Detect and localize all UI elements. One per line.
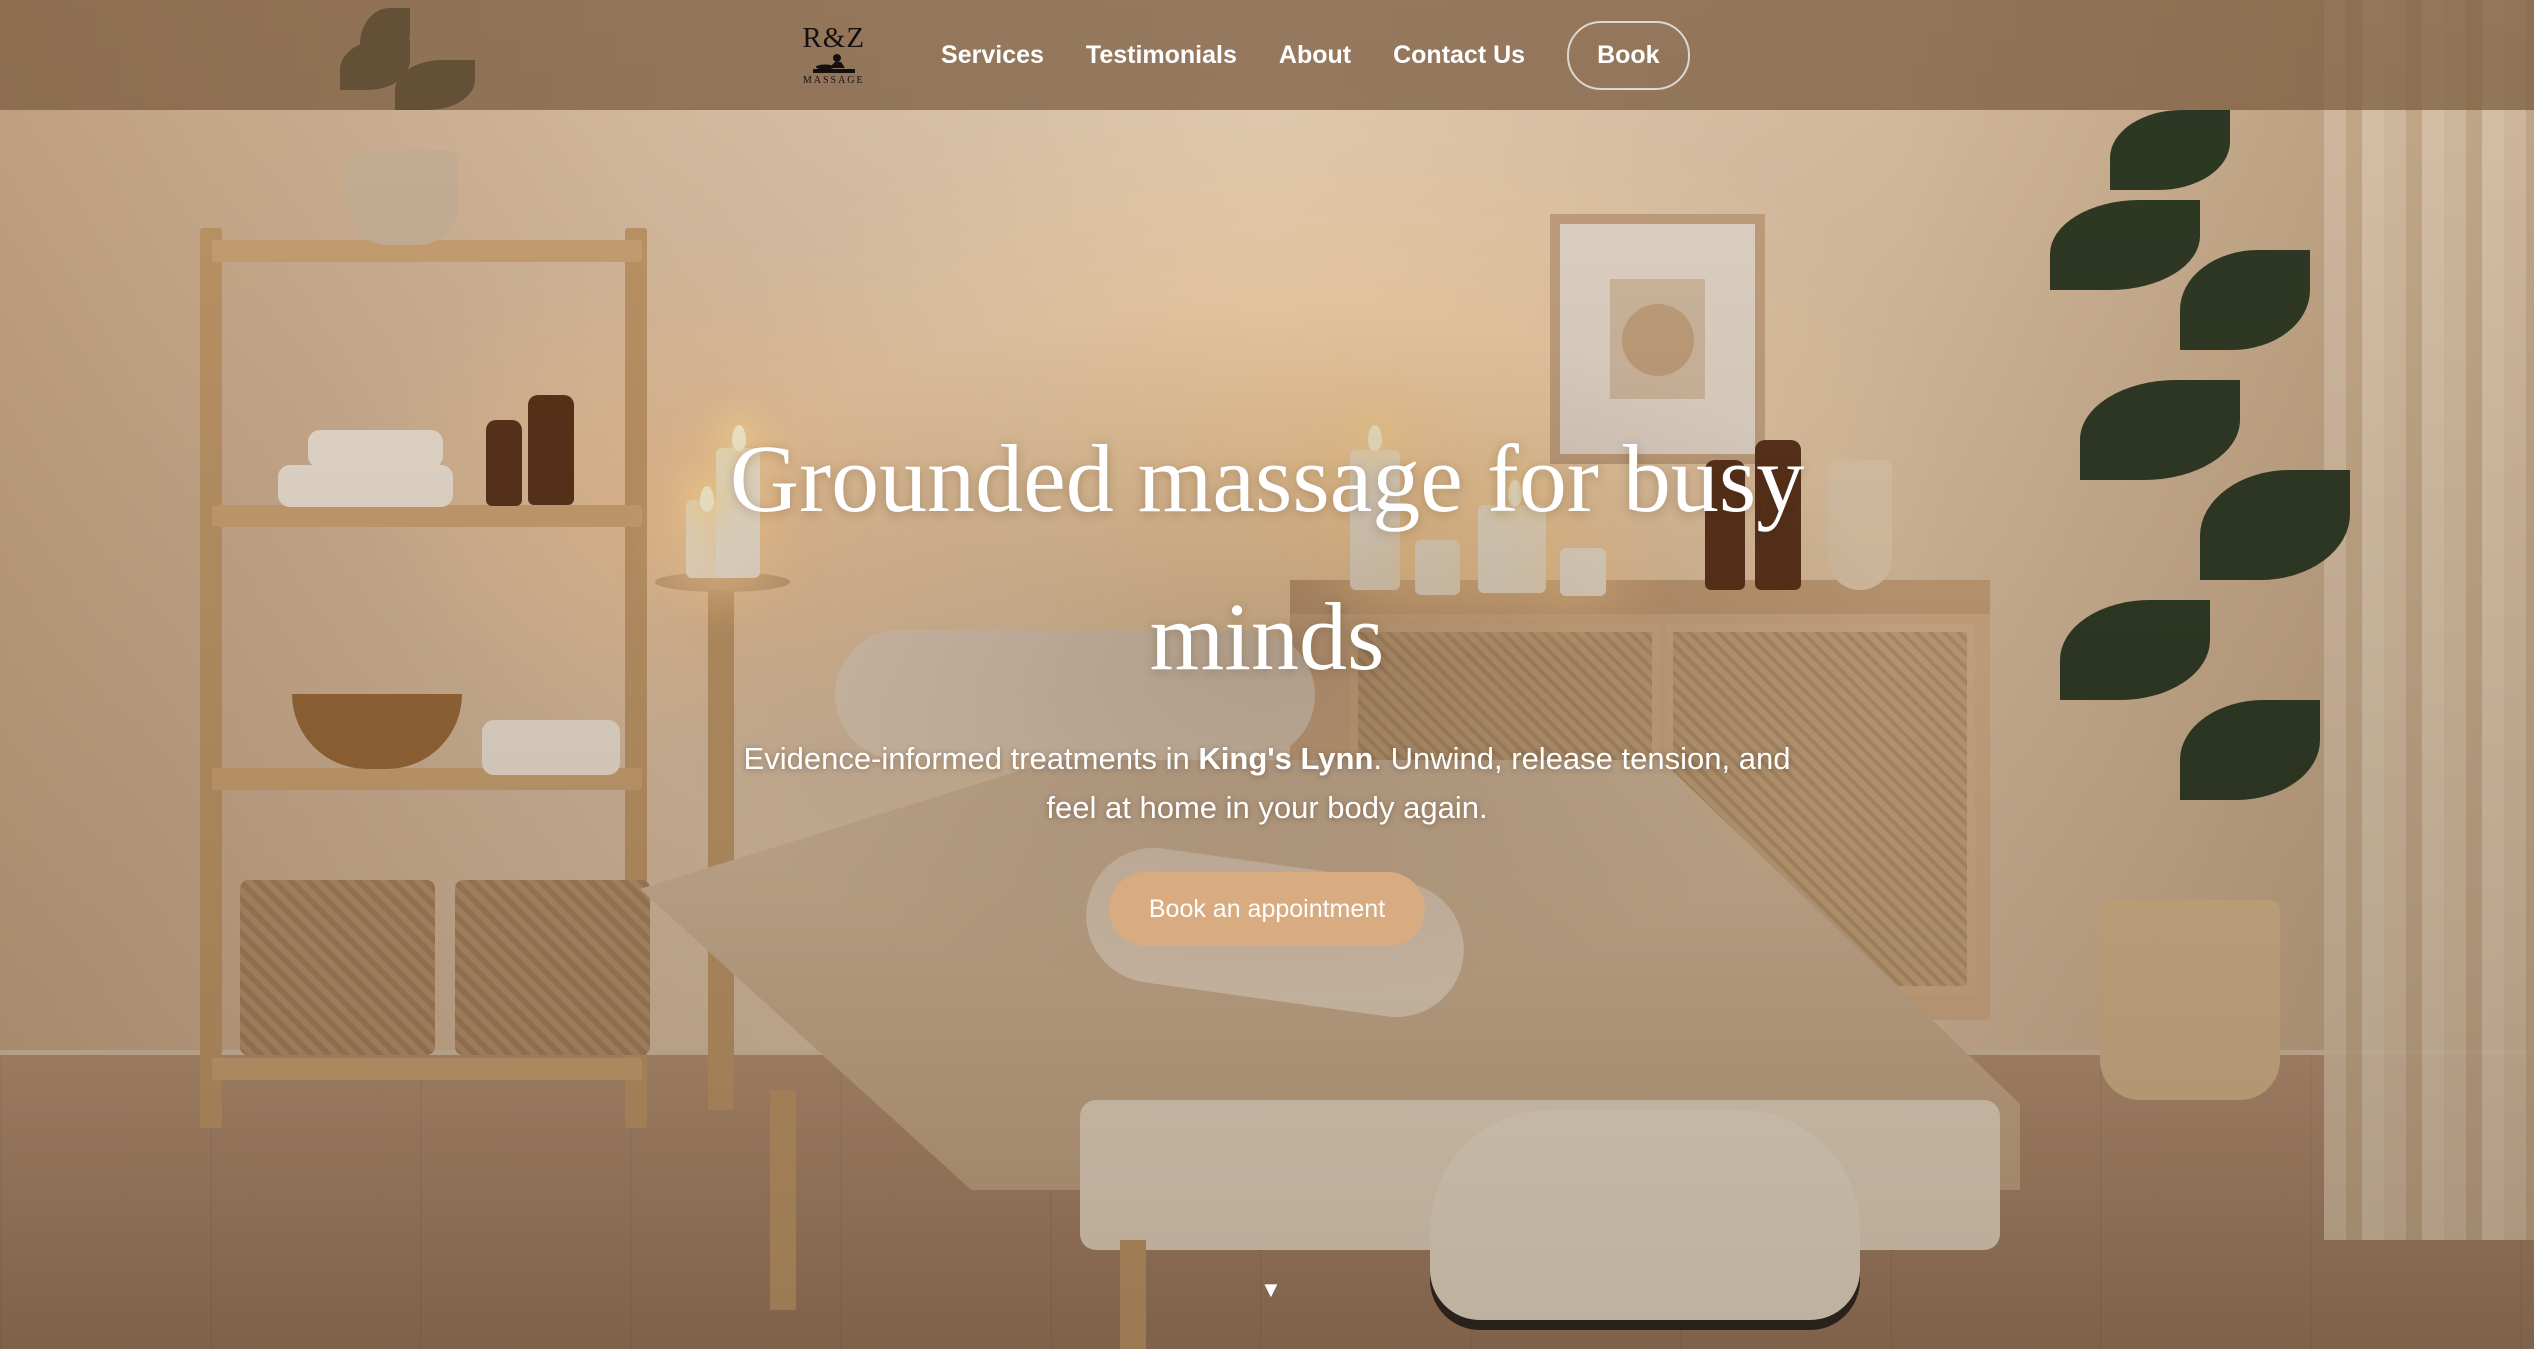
nav-services[interactable]: Services — [941, 41, 1044, 70]
hero-title: Grounded massage for busy minds — [729, 425, 1805, 690]
down-triangle-icon[interactable]: ▼ — [1260, 1277, 1282, 1303]
main-nav: Services Testimonials About Contact Us B… — [941, 20, 1732, 90]
hero-subtitle-text: Evidence-informed treatments in — [743, 741, 1199, 776]
brand-logo[interactable]: R&Z MASSAGE — [802, 23, 865, 87]
logo-text: R&Z — [802, 22, 866, 54]
hero-location: King's Lynn — [1198, 741, 1374, 776]
hero-subtitle: Evidence-informed treatments in King's L… — [717, 734, 1817, 832]
book-button[interactable]: Book — [1567, 20, 1690, 90]
book-appointment-button[interactable]: Book an appointment — [1108, 872, 1426, 946]
site-header: R&Z MASSAGE Services Testimonials About … — [0, 0, 2534, 110]
massage-figure-icon — [812, 54, 855, 73]
hero-section: Grounded massage for busy minds Evidence… — [0, 400, 2534, 946]
nav-about[interactable]: About — [1279, 41, 1351, 70]
nav-testimonials[interactable]: Testimonials — [1086, 41, 1237, 70]
nav-contact-us[interactable]: Contact Us — [1393, 41, 1525, 70]
logo-subtext: MASSAGE — [802, 75, 865, 86]
